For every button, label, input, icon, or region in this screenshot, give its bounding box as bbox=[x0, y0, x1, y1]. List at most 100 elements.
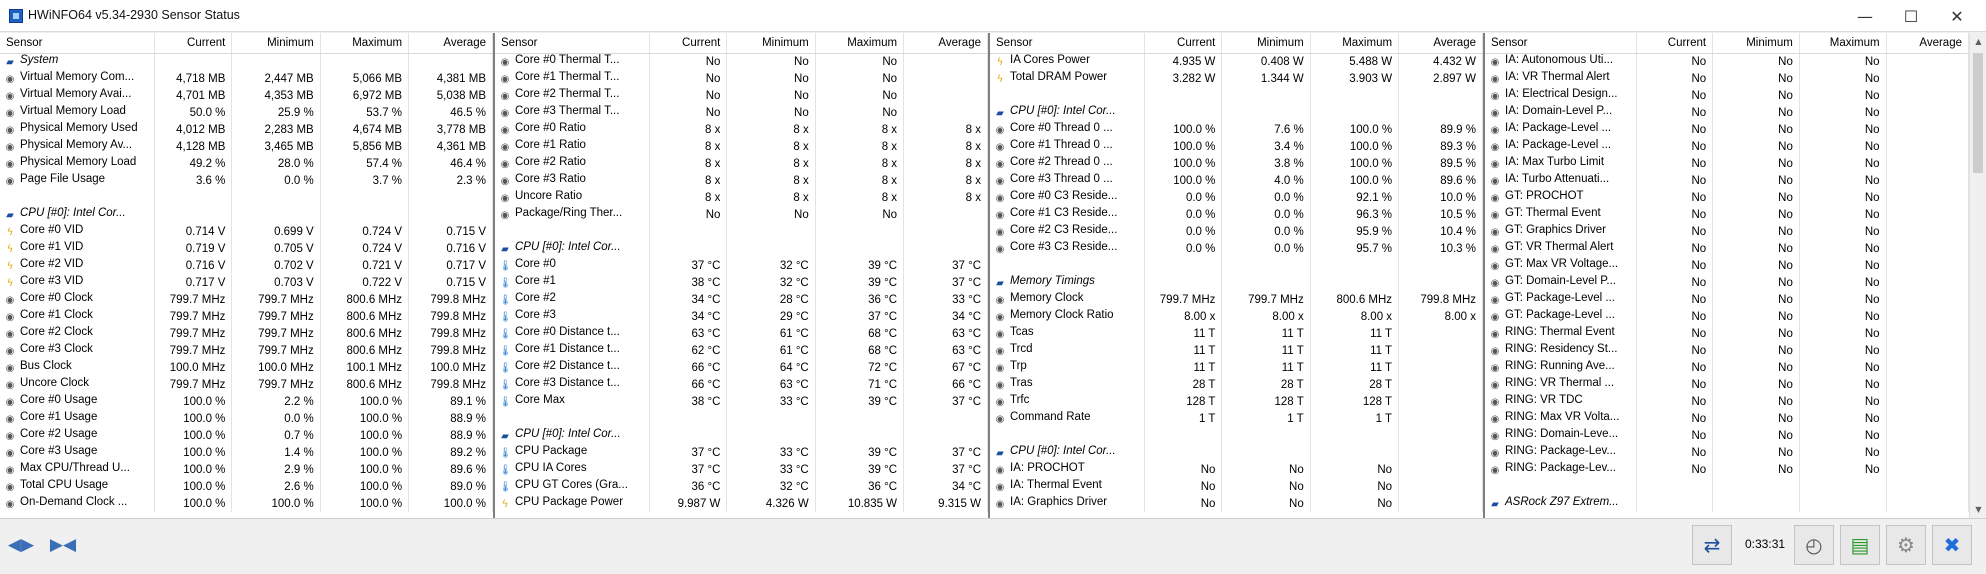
sensor-row[interactable]: ◉ Core #2 Usage 100.0 % 0.7 % 100.0 % 88.9 % bbox=[0, 427, 493, 444]
sensor-row[interactable]: ◉ IA: Turbo Attenuati... No No No bbox=[1485, 172, 1969, 189]
sensor-row[interactable]: ◉ IA: Autonomous Uti... No No No bbox=[1485, 53, 1969, 70]
sensor-row[interactable]: ◉ Virtual Memory Avai... 4,701 MB 4,353 MB 6… bbox=[0, 87, 493, 104]
blank-row[interactable] bbox=[990, 257, 1483, 274]
sensor-row[interactable]: ◉ Tras 28 T 28 T 28 T bbox=[990, 376, 1483, 393]
sensor-row[interactable]: ◉ IA: Max Turbo Limit No No No bbox=[1485, 155, 1969, 172]
nav-back-button[interactable]: ◀▶ bbox=[4, 530, 38, 560]
sensor-row[interactable]: ◉ Core #0 Clock 799.7 MHz 799.7 MHz 800.6 MH… bbox=[0, 291, 493, 308]
sensor-row[interactable]: ϟ Core #1 VID 0.719 V 0.705 V 0.724 V 0.716 V bbox=[0, 240, 493, 257]
sensor-row[interactable]: 🌡 CPU GT Cores (Gra... 36 °C 32 °C 36 °C 34 °… bbox=[495, 478, 988, 495]
sensor-row[interactable]: ◉ Core #2 Clock 799.7 MHz 799.7 MHz 800.6 MH… bbox=[0, 325, 493, 342]
column-header-sensor[interactable]: Sensor bbox=[990, 33, 1146, 54]
sensor-row[interactable]: ◉ Uncore Clock 799.7 MHz 799.7 MHz 800.6 MHz… bbox=[0, 376, 493, 393]
column-header-minimum[interactable]: Minimum bbox=[1712, 33, 1800, 54]
maximize-button[interactable]: ☐ bbox=[1888, 0, 1934, 32]
sensor-row[interactable]: ◉ On-Demand Clock ... 100.0 % 100.0 % 100.0 … bbox=[0, 495, 493, 512]
sensor-row[interactable]: 🌡 Core Max 38 °C 33 °C 39 °C 37 °C bbox=[495, 393, 988, 410]
sensor-row[interactable]: ◉ Max CPU/Thread U... 100.0 % 2.9 % 100.0 % 8… bbox=[0, 461, 493, 478]
close-sensors-icon[interactable]: ✖ bbox=[1932, 525, 1972, 565]
sensor-row[interactable]: ◉ Core #1 C3 Reside... 0.0 % 0.0 % 96.3 % 10.… bbox=[990, 206, 1483, 223]
blank-row[interactable] bbox=[1485, 478, 1969, 495]
column-header-minimum[interactable]: Minimum bbox=[726, 33, 816, 54]
sensor-row[interactable]: ◉ RING: Package-Lev... No No No bbox=[1485, 444, 1969, 461]
column-header-minimum[interactable]: Minimum bbox=[1221, 33, 1311, 54]
column-header-maximum[interactable]: Maximum bbox=[1799, 33, 1887, 54]
sensor-row[interactable]: ◉ IA: Graphics Driver No No No bbox=[990, 495, 1483, 512]
sensor-row[interactable]: ◉ Core #1 Thread 0 ... 100.0 % 3.4 % 100.0 %… bbox=[990, 138, 1483, 155]
sensor-row[interactable]: ◉ IA: PROCHOT No No No bbox=[990, 461, 1483, 478]
column-header-current[interactable]: Current bbox=[649, 33, 728, 54]
sensor-row[interactable]: ϟ IA Cores Power 4.935 W 0.408 W 5.488 W 4.43… bbox=[990, 53, 1483, 70]
sensor-row[interactable]: ◉ Core #1 Clock 799.7 MHz 799.7 MHz 800.6 MH… bbox=[0, 308, 493, 325]
column-header-maximum[interactable]: Maximum bbox=[1310, 33, 1400, 54]
sensor-row[interactable]: ◉ Core #1 Usage 100.0 % 0.0 % 100.0 % 88.9 % bbox=[0, 410, 493, 427]
sensor-row[interactable]: ◉ RING: Residency St... No No No bbox=[1485, 342, 1969, 359]
sensor-row[interactable]: ◉ GT: Domain-Level P... No No No bbox=[1485, 274, 1969, 291]
sensor-group-row[interactable]: ▰ CPU [#0]: Intel Cor... bbox=[990, 104, 1483, 121]
sensor-row[interactable]: 🌡 Core #2 34 °C 28 °C 36 °C 33 °C bbox=[495, 291, 988, 308]
sensor-row[interactable]: ◉ Bus Clock 100.0 MHz 100.0 MHz 100.1 MHz 100… bbox=[0, 359, 493, 376]
sensor-row[interactable]: ◉ IA: Package-Level ... No No No bbox=[1485, 121, 1969, 138]
sensor-row[interactable]: ◉ RING: VR Thermal ... No No No bbox=[1485, 376, 1969, 393]
sensor-row[interactable]: ◉ Core #3 Usage 100.0 % 1.4 % 100.0 % 89.2 % bbox=[0, 444, 493, 461]
sensor-row[interactable]: ◉ GT: VR Thermal Alert No No No bbox=[1485, 240, 1969, 257]
sensor-row[interactable]: ◉ Core #3 Clock 799.7 MHz 799.7 MHz 800.6 MH… bbox=[0, 342, 493, 359]
column-header-minimum[interactable]: Minimum bbox=[231, 33, 321, 54]
sensor-row[interactable]: ◉ Core #3 Thermal T... No No No bbox=[495, 104, 988, 121]
minimize-button[interactable]: — bbox=[1842, 0, 1888, 32]
sensor-row[interactable]: ϟ Core #2 VID 0.716 V 0.702 V 0.721 V 0.717 V bbox=[0, 257, 493, 274]
sensor-row[interactable]: ◉ RING: Thermal Event No No No bbox=[1485, 325, 1969, 342]
column-header-average[interactable]: Average bbox=[408, 33, 493, 54]
sensor-group-row[interactable]: ▰ CPU [#0]: Intel Cor... bbox=[495, 240, 988, 257]
add-report-icon[interactable]: ▤ bbox=[1840, 525, 1880, 565]
scroll-up-icon[interactable]: ▲ bbox=[1970, 33, 1986, 50]
sensor-row[interactable]: 🌡 Core #1 38 °C 32 °C 39 °C 37 °C bbox=[495, 274, 988, 291]
column-header-average[interactable]: Average bbox=[1886, 33, 1969, 54]
scrollbar-thumb[interactable] bbox=[1973, 53, 1983, 173]
column-header-average[interactable]: Average bbox=[903, 33, 988, 54]
blank-row[interactable] bbox=[990, 427, 1483, 444]
sensor-row[interactable]: ◉ Package/Ring Ther... No No No bbox=[495, 206, 988, 223]
sensor-row[interactable]: 🌡 Core #3 34 °C 29 °C 37 °C 34 °C bbox=[495, 308, 988, 325]
sensor-row[interactable]: ◉ GT: Graphics Driver No No No bbox=[1485, 223, 1969, 240]
sensor-row[interactable]: ◉ Virtual Memory Com... 4,718 MB 2,447 MB 5,… bbox=[0, 70, 493, 87]
sensor-row[interactable]: ◉ IA: Package-Level ... No No No bbox=[1485, 138, 1969, 155]
sensor-row[interactable]: ◉ Core #0 C3 Reside... 0.0 % 0.0 % 92.1 % 10.… bbox=[990, 189, 1483, 206]
sensor-row[interactable]: ◉ Core #3 Ratio 8 x8 x8 x8 x bbox=[495, 172, 988, 189]
sensor-group-row[interactable]: ▰ CPU [#0]: Intel Cor... bbox=[990, 444, 1483, 461]
sensor-group-row[interactable]: ▰ CPU [#0]: Intel Cor... bbox=[0, 206, 493, 223]
sensor-row[interactable]: 🌡 Core #2 Distance t... 66 °C 64 °C 72 °C 67 … bbox=[495, 359, 988, 376]
sensor-row[interactable]: ◉ Uncore Ratio 8 x8 x8 x8 x bbox=[495, 189, 988, 206]
sensor-row[interactable]: ◉ Tcas 11 T 11 T 11 T bbox=[990, 325, 1483, 342]
sensor-row[interactable]: ϟ Core #0 VID 0.714 V 0.699 V 0.724 V 0.715 V bbox=[0, 223, 493, 240]
sensor-group-row[interactable]: ▰ Memory Timings bbox=[990, 274, 1483, 291]
sensor-row[interactable]: ◉ IA: VR Thermal Alert No No No bbox=[1485, 70, 1969, 87]
close-window-button[interactable]: ✕ bbox=[1934, 0, 1980, 32]
sensor-row[interactable]: ◉ Physical Memory Load 49.2 % 28.0 % 57.4 % 4… bbox=[0, 155, 493, 172]
column-header-sensor[interactable]: Sensor bbox=[495, 33, 651, 54]
sensor-row[interactable]: ϟ CPU Package Power 9.987 W 4.326 W 10.835 W… bbox=[495, 495, 988, 512]
sensor-row[interactable]: ◉ Core #2 Thread 0 ... 100.0 % 3.8 % 100.0 %… bbox=[990, 155, 1483, 172]
sensor-row[interactable]: 🌡 Core #0 Distance t... 63 °C 61 °C 68 °C 63 … bbox=[495, 325, 988, 342]
network-icon[interactable]: ⇄ bbox=[1692, 525, 1732, 565]
sensor-row[interactable]: ϟ Core #3 VID 0.717 V 0.703 V 0.722 V 0.715 V bbox=[0, 274, 493, 291]
sensor-row[interactable]: ◉ RING: VR TDC No No No bbox=[1485, 393, 1969, 410]
vertical-scrollbar[interactable]: ▲ ▼ bbox=[1969, 33, 1986, 518]
sensor-panel-2[interactable]: Sensor Current Minimum Maximum Average ◉ Core … bbox=[493, 33, 988, 518]
sensor-row[interactable]: ◉ Core #0 Ratio 8 x8 x8 x8 x bbox=[495, 121, 988, 138]
blank-row[interactable] bbox=[495, 410, 988, 427]
sensor-row[interactable]: ◉ Memory Clock 799.7 MHz 799.7 MHz 800.6 MHz… bbox=[990, 291, 1483, 308]
sensor-row[interactable]: ◉ Physical Memory Used 4,012 MB 2,283 MB 4,6… bbox=[0, 121, 493, 138]
nav-forward-button[interactable]: ▶◀ bbox=[46, 530, 80, 560]
sensor-row[interactable]: ◉ Core #0 Thermal T... No No No bbox=[495, 53, 988, 70]
sensor-row[interactable]: 🌡 Core #1 Distance t... 62 °C 61 °C 68 °C 63 … bbox=[495, 342, 988, 359]
sensor-row[interactable]: ◉ GT: Thermal Event No No No bbox=[1485, 206, 1969, 223]
column-header-current[interactable]: Current bbox=[1144, 33, 1223, 54]
sensor-row[interactable]: ◉ Physical Memory Av... 4,128 MB 3,465 MB 5,… bbox=[0, 138, 493, 155]
sensor-row[interactable]: ◉ Core #2 C3 Reside... 0.0 % 0.0 % 95.9 % 10.… bbox=[990, 223, 1483, 240]
blank-row[interactable] bbox=[990, 87, 1483, 104]
column-header-maximum[interactable]: Maximum bbox=[815, 33, 905, 54]
sensor-row[interactable]: ◉ GT: PROCHOT No No No bbox=[1485, 189, 1969, 206]
sensor-row[interactable]: ◉ Command Rate 1 T1 T1 T bbox=[990, 410, 1483, 427]
column-header-maximum[interactable]: Maximum bbox=[320, 33, 410, 54]
